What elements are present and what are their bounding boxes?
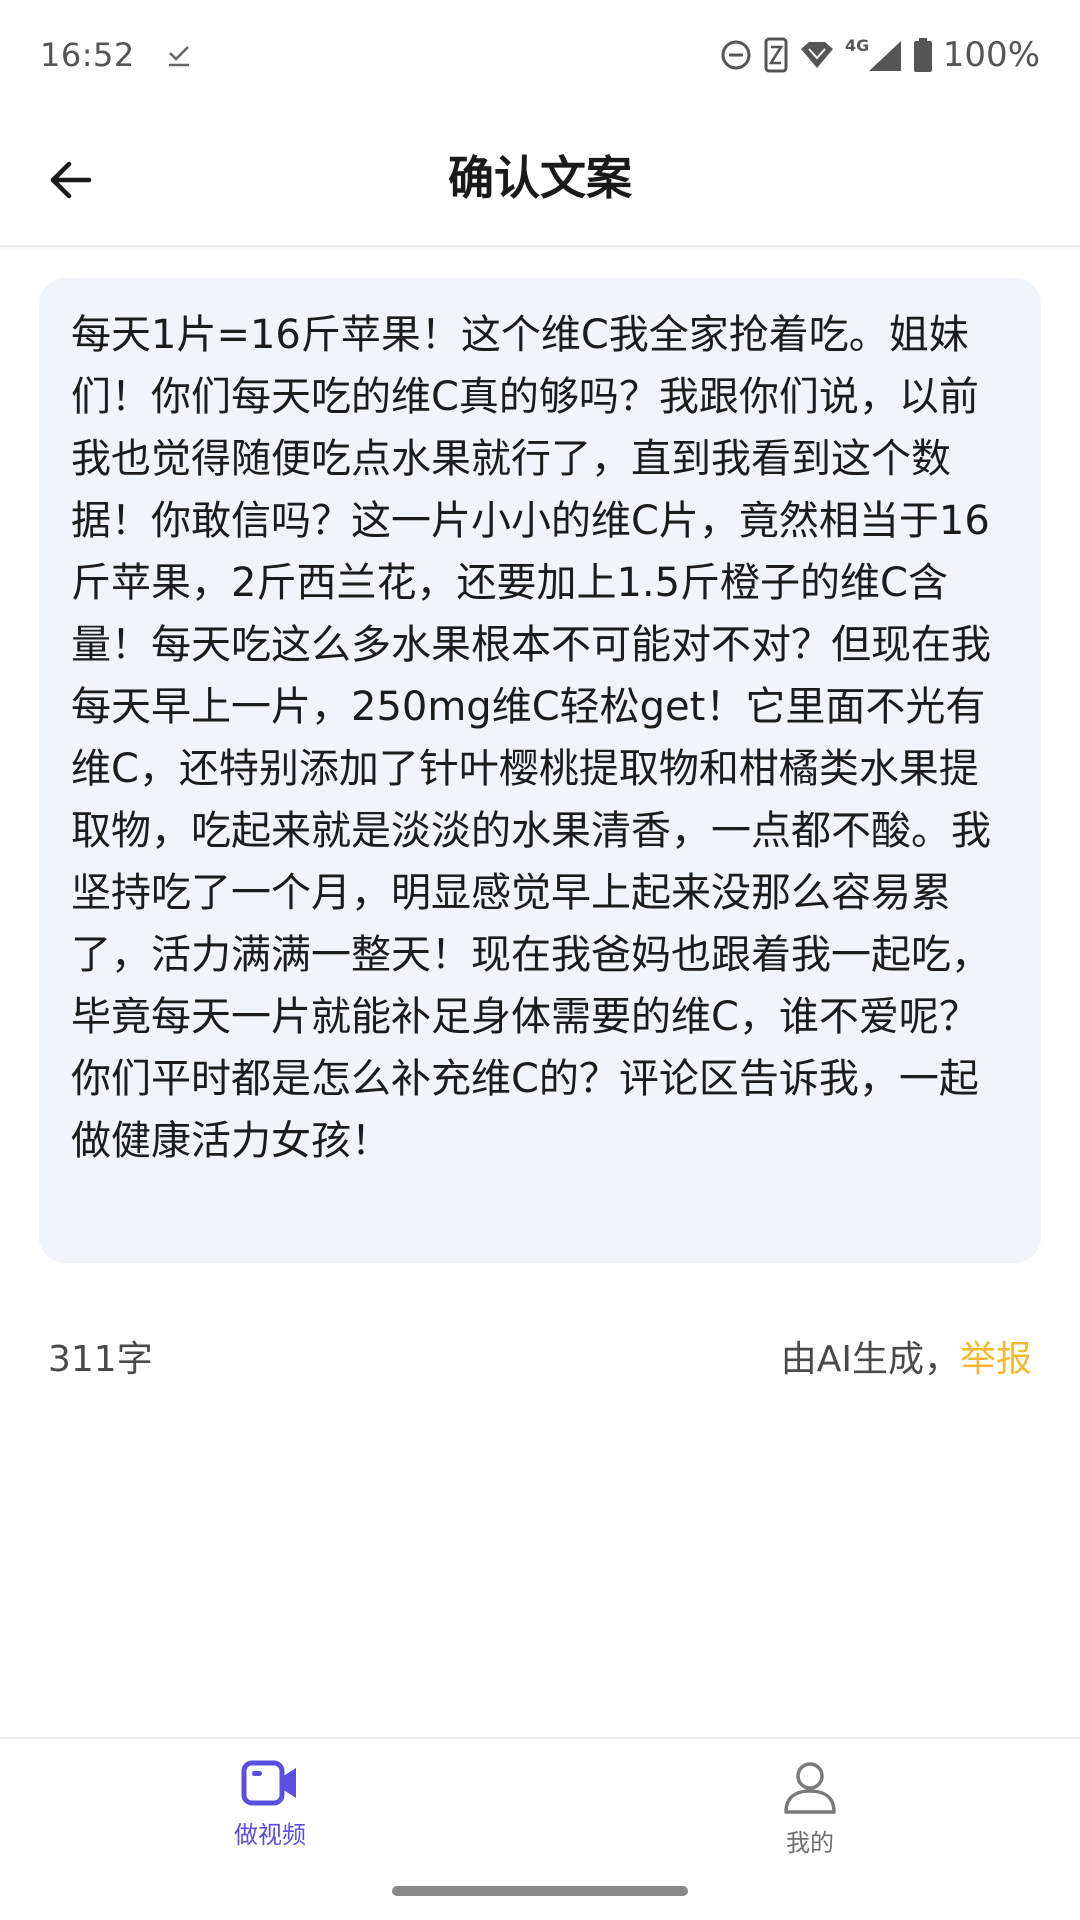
nav-item-profile[interactable]: 我的 [660,1759,960,1869]
network-type-label: 4G [845,37,869,55]
nav-label-make-video: 做视频 [234,1821,306,1849]
battery-percent: 100% [942,35,1040,75]
nav-label-profile: 我的 [786,1829,834,1857]
status-bar: 16:52 4G 100% [0,0,1080,110]
status-right: 4G 100% [719,35,1040,75]
char-count: 311字 [48,1339,153,1380]
signal-icon: 4G [845,37,903,73]
person-icon [782,1759,838,1815]
meta-right: 由AI生成， 举报 [781,1330,1032,1382]
status-left: 16:52 [40,36,193,74]
nfc-icon [763,37,789,73]
page-title: 确认文案 [448,151,632,205]
wifi-icon [799,40,835,70]
battery-icon [913,37,933,73]
script-text: 每天1片=16斤苹果！这个维C我全家抢着吃。姐妹们！你们每天吃的维C真的够吗？我… [71,312,991,1164]
do-not-disturb-icon [719,38,753,72]
nav-item-make-video[interactable]: 做视频 [120,1759,420,1869]
meta-row: 311字 由AI生成， 举报 [48,1328,1032,1384]
report-link[interactable]: 举报 [960,1330,1032,1382]
download-done-icon [165,41,193,69]
bottom-nav: 做视频 我的 [0,1737,1080,1920]
home-indicator[interactable] [392,1886,688,1896]
status-time: 16:52 [40,36,135,74]
ai-generated-note: 由AI生成， [780,1339,960,1380]
video-camera-icon [241,1759,299,1807]
app-header: 确认文案 [0,110,1080,247]
script-card: 每天1片=16斤苹果！这个维C我全家抢着吃。姐妹们！你们每天吃的维C真的够吗？我… [39,278,1041,1263]
